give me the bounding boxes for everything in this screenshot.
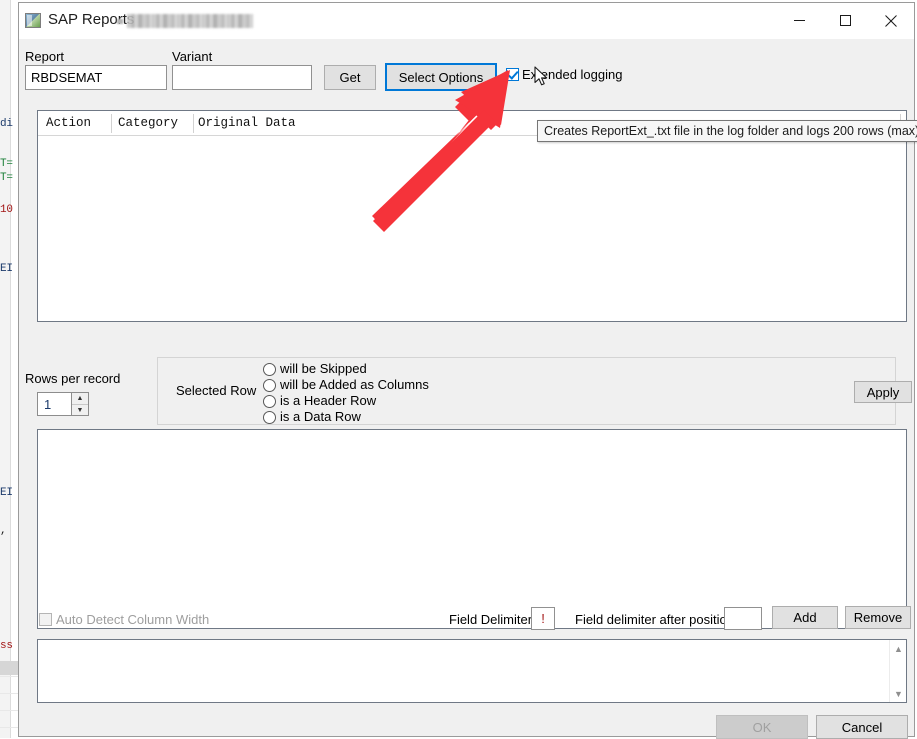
background-line-divider	[0, 676, 18, 677]
selected-row-label: Selected Row	[176, 383, 256, 398]
dialog-client-area: Report RBDSEMAT Variant Get Select Optio…	[19, 39, 914, 736]
radio-is-a-data-row[interactable]	[263, 411, 276, 424]
extended-logging-checkbox[interactable]	[506, 68, 519, 81]
grid-body[interactable]	[38, 136, 906, 321]
grid-column-original-data[interactable]: Original Data	[198, 116, 296, 130]
background-code-fragment: di	[0, 118, 13, 130]
background-code-fragment: T=	[0, 172, 13, 184]
background-code-fragment: EI	[0, 263, 13, 275]
grid-column-category[interactable]: Category	[118, 116, 178, 130]
grid-column-divider[interactable]	[193, 114, 194, 133]
maximize-icon[interactable]	[822, 3, 868, 38]
title-redacted-text	[127, 14, 253, 28]
radio-will-be-skipped[interactable]	[263, 363, 276, 376]
get-button[interactable]: Get	[324, 65, 376, 90]
apply-button[interactable]: Apply	[854, 381, 912, 403]
background-line-divider	[0, 710, 18, 711]
radio-label-is-a-header-row: is a Header Row	[280, 393, 376, 408]
scroll-down-icon[interactable]: ▼	[890, 685, 907, 702]
radio-will-be-added-as-columns[interactable]	[263, 379, 276, 392]
variant-label: Variant	[172, 49, 212, 64]
field-delimiter-label: Field Delimiter	[449, 612, 532, 627]
log-scrollbar[interactable]: ▲ ▼	[889, 640, 906, 702]
background-selection-band	[0, 661, 18, 675]
mouse-cursor	[534, 66, 549, 88]
title-separator-redacted	[117, 19, 123, 24]
variant-input[interactable]	[172, 65, 312, 90]
select-options-button[interactable]: Select Options	[385, 63, 497, 91]
scroll-up-icon[interactable]: ▲	[890, 640, 907, 657]
radio-label-is-a-data-row: is a Data Row	[280, 409, 361, 424]
background-code-fragment: ss	[0, 640, 13, 652]
background-code-fragment: ,	[0, 525, 6, 537]
field-delimiter-position-label: Field delimiter after position	[575, 612, 734, 627]
report-input[interactable]: RBDSEMAT	[25, 65, 167, 90]
cancel-button[interactable]: Cancel	[816, 715, 908, 739]
radio-label-will-be-added-as-columns: will be Added as Columns	[280, 377, 429, 392]
remove-button[interactable]: Remove	[845, 606, 911, 629]
background-line-divider	[0, 693, 18, 694]
title-bar[interactable]: SAP Reports	[19, 3, 914, 40]
field-delimiter-input[interactable]: !	[531, 607, 555, 630]
grid-column-action[interactable]: Action	[46, 116, 91, 130]
ok-button[interactable]: OK	[716, 715, 808, 739]
sap-reports-dialog: SAP Reports Report RBDSEMAT Variant Get …	[18, 2, 915, 737]
background-line-divider	[0, 727, 18, 728]
background-code-fragment: EI	[0, 487, 13, 499]
field-delimiter-position-input[interactable]	[724, 607, 762, 630]
report-label: Report	[25, 49, 64, 64]
minimize-icon[interactable]	[776, 3, 822, 38]
grid-column-divider[interactable]	[111, 114, 112, 133]
app-icon	[25, 13, 41, 28]
stepper-down-icon[interactable]: ▼	[72, 405, 88, 416]
auto-detect-column-width-label: Auto Detect Column Width	[56, 612, 209, 627]
log-textarea[interactable]: ▲ ▼	[37, 639, 907, 703]
add-button[interactable]: Add	[772, 606, 838, 629]
radio-label-will-be-skipped: will be Skipped	[280, 361, 367, 376]
auto-detect-column-width-checkbox[interactable]	[39, 613, 52, 626]
rows-per-record-stepper[interactable]: ▲ ▼	[71, 392, 89, 416]
tooltip: Creates ReportExt_.txt file in the log f…	[537, 120, 917, 142]
background-code-fragment: T=	[0, 158, 13, 170]
selected-row-panel: Selected Row will be Skipped will be Add…	[157, 357, 896, 425]
rows-per-record-input[interactable]: 1	[37, 392, 72, 416]
preview-textarea[interactable]	[37, 429, 907, 629]
background-code-fragment: 10	[0, 204, 13, 216]
radio-is-a-header-row[interactable]	[263, 395, 276, 408]
close-icon[interactable]	[868, 3, 914, 38]
stepper-up-icon[interactable]: ▲	[72, 393, 88, 405]
rows-per-record-label: Rows per record	[25, 371, 120, 386]
background-gutter	[0, 0, 11, 738]
